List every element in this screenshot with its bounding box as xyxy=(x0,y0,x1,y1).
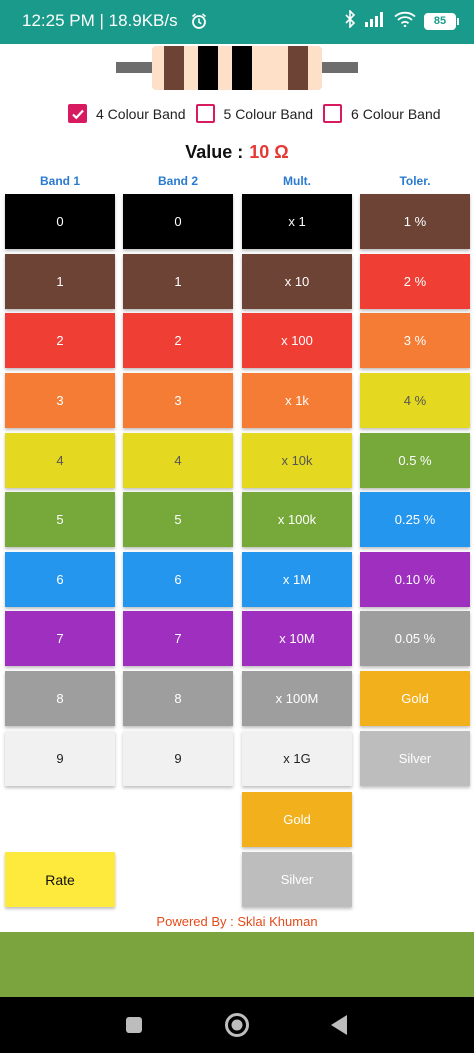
band2-cell-orange[interactable]: 3 xyxy=(123,373,233,428)
header-tolerance: Toler. xyxy=(399,174,431,188)
status-time: 12:25 PM | 18.9KB/s xyxy=(22,11,178,30)
option-4-band[interactable]: 4 Colour Band xyxy=(68,104,186,123)
band1-cell-blue[interactable]: 6 xyxy=(5,552,115,607)
tol-cell-orange[interactable]: 3 % xyxy=(360,313,470,368)
band1-cell-green[interactable]: 5 xyxy=(5,492,115,547)
mult-cell-black[interactable]: x 1 xyxy=(242,194,352,249)
mult-cell-orange[interactable]: x 1k xyxy=(242,373,352,428)
mult-cell-grey[interactable]: x 100M xyxy=(242,671,352,726)
band1-cell-black[interactable]: 0 xyxy=(5,194,115,249)
triangle-back-icon xyxy=(331,1015,347,1035)
bluetooth-icon xyxy=(344,9,356,33)
value-amount: 10 Ω xyxy=(249,142,289,162)
signal-icon xyxy=(364,11,386,32)
value-display: Value :10 Ω xyxy=(0,142,474,163)
resistor-band-3 xyxy=(232,46,252,90)
alarm-icon xyxy=(190,12,208,35)
back-button[interactable] xyxy=(330,1014,348,1041)
band1-cell-grey[interactable]: 8 xyxy=(5,671,115,726)
tol-cell-violet[interactable]: 0.10 % xyxy=(360,552,470,607)
mult-cell-violet[interactable]: x 10M xyxy=(242,611,352,666)
tol-cell-red[interactable]: 2 % xyxy=(360,254,470,309)
resistor-lead-right xyxy=(320,62,358,73)
option-label: 5 Colour Band xyxy=(223,105,314,122)
band2-cell-grey[interactable]: 8 xyxy=(123,671,233,726)
status-bar: 12:25 PM | 18.9KB/s 85 xyxy=(0,0,474,44)
mult-cell-red[interactable]: x 100 xyxy=(242,313,352,368)
checkbox-4-band[interactable] xyxy=(68,104,87,123)
option-5-band[interactable]: 5 Colour Band xyxy=(195,104,314,123)
tol-cell-blue[interactable]: 0.25 % xyxy=(360,492,470,547)
band1-cell-violet[interactable]: 7 xyxy=(5,611,115,666)
band2-cell-violet[interactable]: 7 xyxy=(123,611,233,666)
recents-button[interactable] xyxy=(125,1016,143,1039)
band1-cell-white[interactable]: 9 xyxy=(5,731,115,786)
resistor-band-2 xyxy=(198,46,218,90)
band1-cell-brown[interactable]: 1 xyxy=(5,254,115,309)
wifi-icon xyxy=(394,11,416,32)
band2-cell-white[interactable]: 9 xyxy=(123,731,233,786)
option-label: 4 Colour Band xyxy=(96,105,186,122)
resistor-lead-left xyxy=(116,62,154,73)
band1-cell-yellow[interactable]: 4 xyxy=(5,433,115,488)
band2-cell-blue[interactable]: 6 xyxy=(123,552,233,607)
home-button[interactable] xyxy=(224,1012,250,1043)
mult-cell-yellow[interactable]: x 10k xyxy=(242,433,352,488)
tol-cell-silver[interactable]: Silver xyxy=(360,731,470,786)
checkbox-5-band[interactable] xyxy=(195,104,215,123)
tol-cell-grey[interactable]: 0.05 % xyxy=(360,611,470,666)
band1-cell-orange[interactable]: 3 xyxy=(5,373,115,428)
tol-cell-gold[interactable]: Gold xyxy=(360,671,470,726)
resistor-graphic xyxy=(116,46,358,90)
tol-cell-brown[interactable]: 1 % xyxy=(360,194,470,249)
band1-cell-red[interactable]: 2 xyxy=(5,313,115,368)
tol-cell-green[interactable]: 0.5 % xyxy=(360,433,470,488)
rate-button[interactable]: Rate xyxy=(5,852,115,907)
header-multiplier: Mult. xyxy=(283,174,311,188)
battery-icon: 85 xyxy=(424,13,459,30)
mult-cell-blue[interactable]: x 1M xyxy=(242,552,352,607)
status-icons: 85 xyxy=(344,9,459,33)
square-icon xyxy=(126,1017,142,1033)
option-6-band[interactable]: 6 Colour Band xyxy=(323,104,441,123)
checkbox-6-band[interactable] xyxy=(323,104,343,123)
navigation-bar xyxy=(0,997,474,1053)
band-options: 4 Colour Band 5 Colour Band 6 Colour Ban… xyxy=(68,104,449,123)
band2-cell-yellow[interactable]: 4 xyxy=(123,433,233,488)
header-band-2: Band 2 xyxy=(157,174,198,188)
resistor-band-1 xyxy=(164,46,184,90)
circle-icon xyxy=(225,1013,249,1037)
header-band-1: Band 1 xyxy=(39,174,80,188)
mult-cell-green[interactable]: x 100k xyxy=(242,492,352,547)
powered-by: Powered By : Sklai Khuman xyxy=(156,914,318,929)
mult-cell-silver[interactable]: Silver xyxy=(242,852,352,907)
tol-cell-yellow[interactable]: 4 % xyxy=(360,373,470,428)
ad-banner[interactable] xyxy=(0,932,474,997)
mult-cell-brown[interactable]: x 10 xyxy=(242,254,352,309)
option-label: 6 Colour Band xyxy=(351,105,441,122)
band2-cell-red[interactable]: 2 xyxy=(123,313,233,368)
band2-cell-black[interactable]: 0 xyxy=(123,194,233,249)
mult-cell-white[interactable]: x 1G xyxy=(242,731,352,786)
band2-cell-brown[interactable]: 1 xyxy=(123,254,233,309)
band2-cell-green[interactable]: 5 xyxy=(123,492,233,547)
value-label: Value : xyxy=(185,142,244,162)
mult-cell-gold[interactable]: Gold xyxy=(242,792,352,847)
check-icon xyxy=(71,109,84,119)
resistor-band-4 xyxy=(288,46,308,90)
